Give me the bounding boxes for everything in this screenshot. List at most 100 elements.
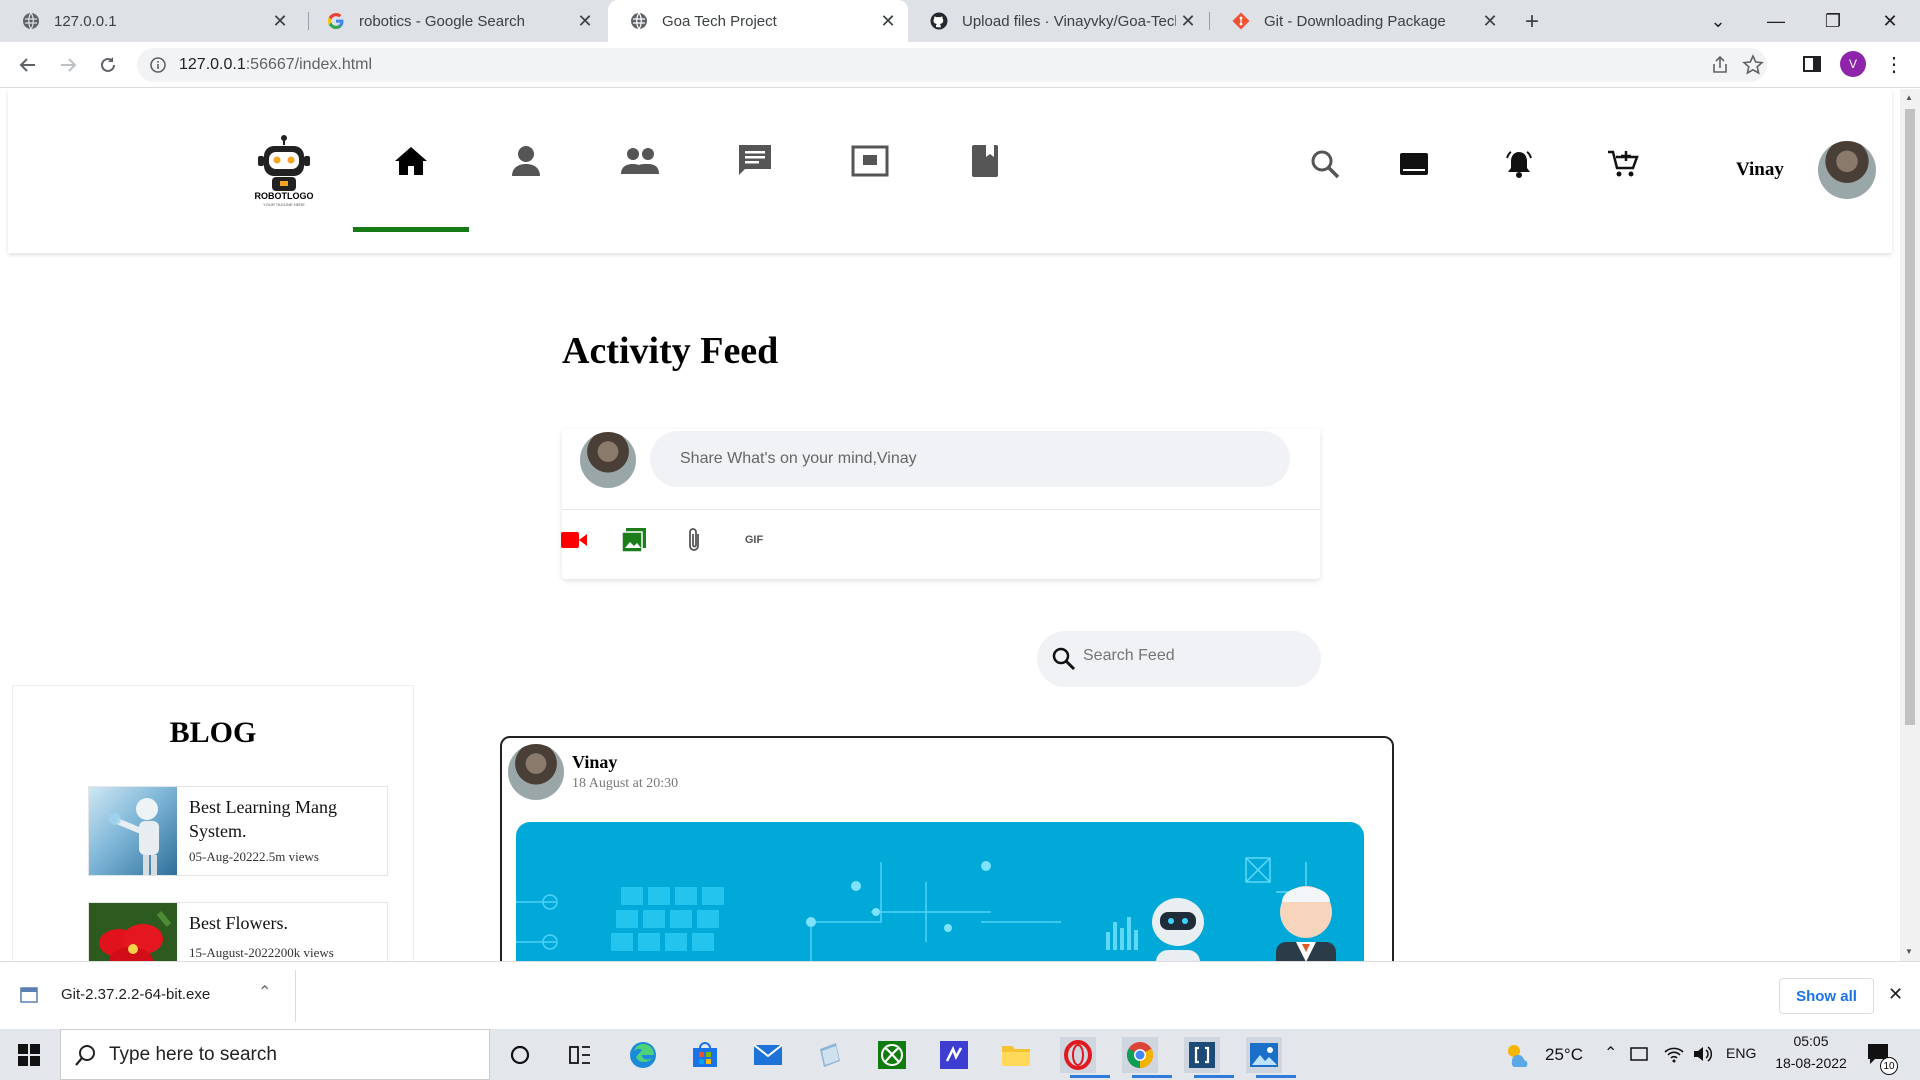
close-icon[interactable]: ✕ xyxy=(573,11,597,32)
active-nav-indicator xyxy=(353,227,469,232)
language-indicator[interactable]: ENG xyxy=(1726,1045,1756,1061)
info-icon[interactable] xyxy=(149,56,167,74)
nav-watch-icon[interactable] xyxy=(850,141,890,181)
nav-messages-icon[interactable] xyxy=(735,141,775,181)
header-user-name[interactable]: Vinay xyxy=(1736,159,1784,181)
attachment-paperclip-icon[interactable] xyxy=(679,525,709,555)
blog-item[interactable]: Best Learning Mang System. 05-Aug-20222.… xyxy=(88,786,388,876)
back-arrow-icon[interactable] xyxy=(14,51,42,79)
tab-git-download[interactable]: Git - Downloading Package ✕ xyxy=(1210,0,1510,42)
file-explorer-icon[interactable] xyxy=(998,1037,1034,1073)
show-all-button[interactable]: Show all xyxy=(1779,978,1874,1014)
meet-now-icon[interactable] xyxy=(1630,1045,1648,1068)
download-bar: Git-2.37.2.2-64-bit.exe ⌃ Show all ✕ xyxy=(0,961,1920,1029)
tab-github-upload[interactable]: Upload files · Vinayvky/Goa-Tech ✕ xyxy=(908,0,1208,42)
logo-text: ROBOTLOGO xyxy=(254,191,314,201)
opera-icon[interactable] xyxy=(1060,1037,1096,1073)
cortana-icon[interactable] xyxy=(502,1037,538,1073)
close-icon[interactable]: ✕ xyxy=(268,11,292,32)
running-indicator xyxy=(1132,1075,1172,1078)
status-input[interactable] xyxy=(650,431,1290,487)
photos-icon[interactable] xyxy=(1246,1037,1282,1073)
side-panel-icon[interactable] xyxy=(1802,54,1822,79)
minimize-icon[interactable]: — xyxy=(1748,0,1804,42)
search-feed-box[interactable] xyxy=(1037,631,1321,687)
wifi-icon[interactable] xyxy=(1664,1045,1684,1068)
blog-item-title: Best Flowers. xyxy=(189,913,288,933)
browser-toolbar: 127.0.0.1:56667/index.html V ⋮ xyxy=(0,42,1920,88)
brackets-editor-icon[interactable] xyxy=(1184,1037,1220,1073)
show-hidden-icons-chevron-icon[interactable]: ⌃ xyxy=(1604,1043,1617,1063)
page-scrollbar[interactable]: ▲ ▼ xyxy=(1900,89,1920,961)
page-title: Activity Feed xyxy=(562,330,779,372)
kebab-menu-icon[interactable]: ⋮ xyxy=(1884,52,1904,77)
xbox-icon[interactable] xyxy=(874,1037,910,1073)
edge-icon[interactable] xyxy=(625,1037,661,1073)
forward-arrow-icon[interactable] xyxy=(54,51,82,79)
blog-item-title: Best Learning Mang System. xyxy=(189,797,337,841)
clock-date[interactable]: 18-08-2022 xyxy=(1766,1055,1856,1071)
task-view-icon[interactable] xyxy=(562,1037,598,1073)
web-page: ROBOTLOGO YOUR TAGLINE HERE Vinay Activi… xyxy=(0,89,1900,961)
close-icon[interactable]: ✕ xyxy=(876,11,900,32)
tab-title: Goa Tech Project xyxy=(662,12,777,30)
nav-friends-icon[interactable] xyxy=(620,141,660,181)
mail-icon[interactable] xyxy=(750,1037,786,1073)
screen-icon[interactable] xyxy=(1397,147,1431,181)
search-feed-input[interactable] xyxy=(1083,647,1303,665)
share-icon[interactable] xyxy=(1710,55,1730,80)
profile-avatar[interactable]: V xyxy=(1840,51,1866,77)
close-icon[interactable]: ✕ xyxy=(1478,11,1502,32)
tab-robotics-search[interactable]: robotics - Google Search ✕ xyxy=(305,0,605,42)
close-icon[interactable]: ✕ xyxy=(1176,11,1200,32)
chevron-up-icon[interactable]: ⌃ xyxy=(258,982,271,1002)
post-author[interactable]: Vinay xyxy=(572,752,617,773)
chrome-icon[interactable] xyxy=(1122,1037,1158,1073)
visual-studio-icon[interactable] xyxy=(936,1037,972,1073)
download-filename[interactable]: Git-2.37.2.2-64-bit.exe xyxy=(61,986,210,1003)
tab-title: 127.0.0.1 xyxy=(54,12,117,30)
close-download-bar-icon[interactable]: ✕ xyxy=(1888,984,1903,1005)
tab-strip: 127.0.0.1 ✕ robotics - Google Search ✕ G… xyxy=(0,0,1920,42)
cart-add-icon[interactable] xyxy=(1606,147,1640,181)
logo-tagline: YOUR TAGLINE HERE xyxy=(263,202,305,207)
running-indicator xyxy=(1256,1075,1296,1078)
close-window-icon[interactable]: ✕ xyxy=(1862,0,1918,42)
gif-icon[interactable]: GIF xyxy=(739,525,769,555)
bookmark-star-icon[interactable] xyxy=(1742,54,1764,81)
taskbar-search-box[interactable]: Type here to search xyxy=(60,1029,490,1080)
site-navbar: ROBOTLOGO YOUR TAGLINE HERE Vinay xyxy=(8,89,1892,253)
address-bar[interactable]: 127.0.0.1:56667/index.html xyxy=(137,48,1767,82)
photo-gallery-icon[interactable] xyxy=(619,525,649,555)
microsoft-store-icon[interactable] xyxy=(687,1037,723,1073)
volume-icon[interactable] xyxy=(1692,1044,1713,1069)
tab-goa-tech-project[interactable]: Goa Tech Project ✕ xyxy=(608,0,908,42)
download-divider xyxy=(295,970,296,1022)
search-icon[interactable] xyxy=(1308,147,1342,181)
temperature-text[interactable]: 25°C xyxy=(1545,1045,1583,1065)
running-indicator xyxy=(1070,1075,1110,1078)
nav-profile-icon[interactable] xyxy=(506,141,546,181)
windows-start-icon[interactable] xyxy=(18,1044,40,1071)
restore-icon[interactable]: ❐ xyxy=(1805,0,1861,42)
nav-book-icon[interactable] xyxy=(965,141,1005,181)
video-camera-icon[interactable] xyxy=(559,525,589,555)
notification-bell-icon[interactable] xyxy=(1502,147,1536,181)
post-image-robotics[interactable] xyxy=(516,822,1364,961)
post-author-avatar[interactable] xyxy=(508,744,564,800)
reload-icon[interactable] xyxy=(94,51,122,79)
tab-search-chevron-icon[interactable]: ⌄ xyxy=(1690,0,1746,42)
clock-time[interactable]: 05:05 xyxy=(1776,1033,1846,1049)
tab-127[interactable]: 127.0.0.1 ✕ xyxy=(0,0,300,42)
file-app-icon[interactable] xyxy=(812,1037,848,1073)
weather-icon[interactable] xyxy=(1504,1042,1532,1073)
blog-item[interactable]: Best Flowers. 15-August-2022200k views xyxy=(88,902,388,961)
taskbar-search-placeholder: Type here to search xyxy=(109,1044,277,1065)
scrollbar-thumb[interactable] xyxy=(1905,109,1915,725)
running-indicator xyxy=(1194,1075,1234,1078)
header-avatar[interactable] xyxy=(1818,141,1876,199)
robot-logo[interactable]: ROBOTLOGO YOUR TAGLINE HERE xyxy=(244,134,324,207)
nav-home-icon[interactable] xyxy=(391,141,431,181)
new-tab-plus-icon[interactable]: + xyxy=(1518,8,1546,36)
blog-item-meta: 05-Aug-20222.5m views xyxy=(189,849,319,864)
